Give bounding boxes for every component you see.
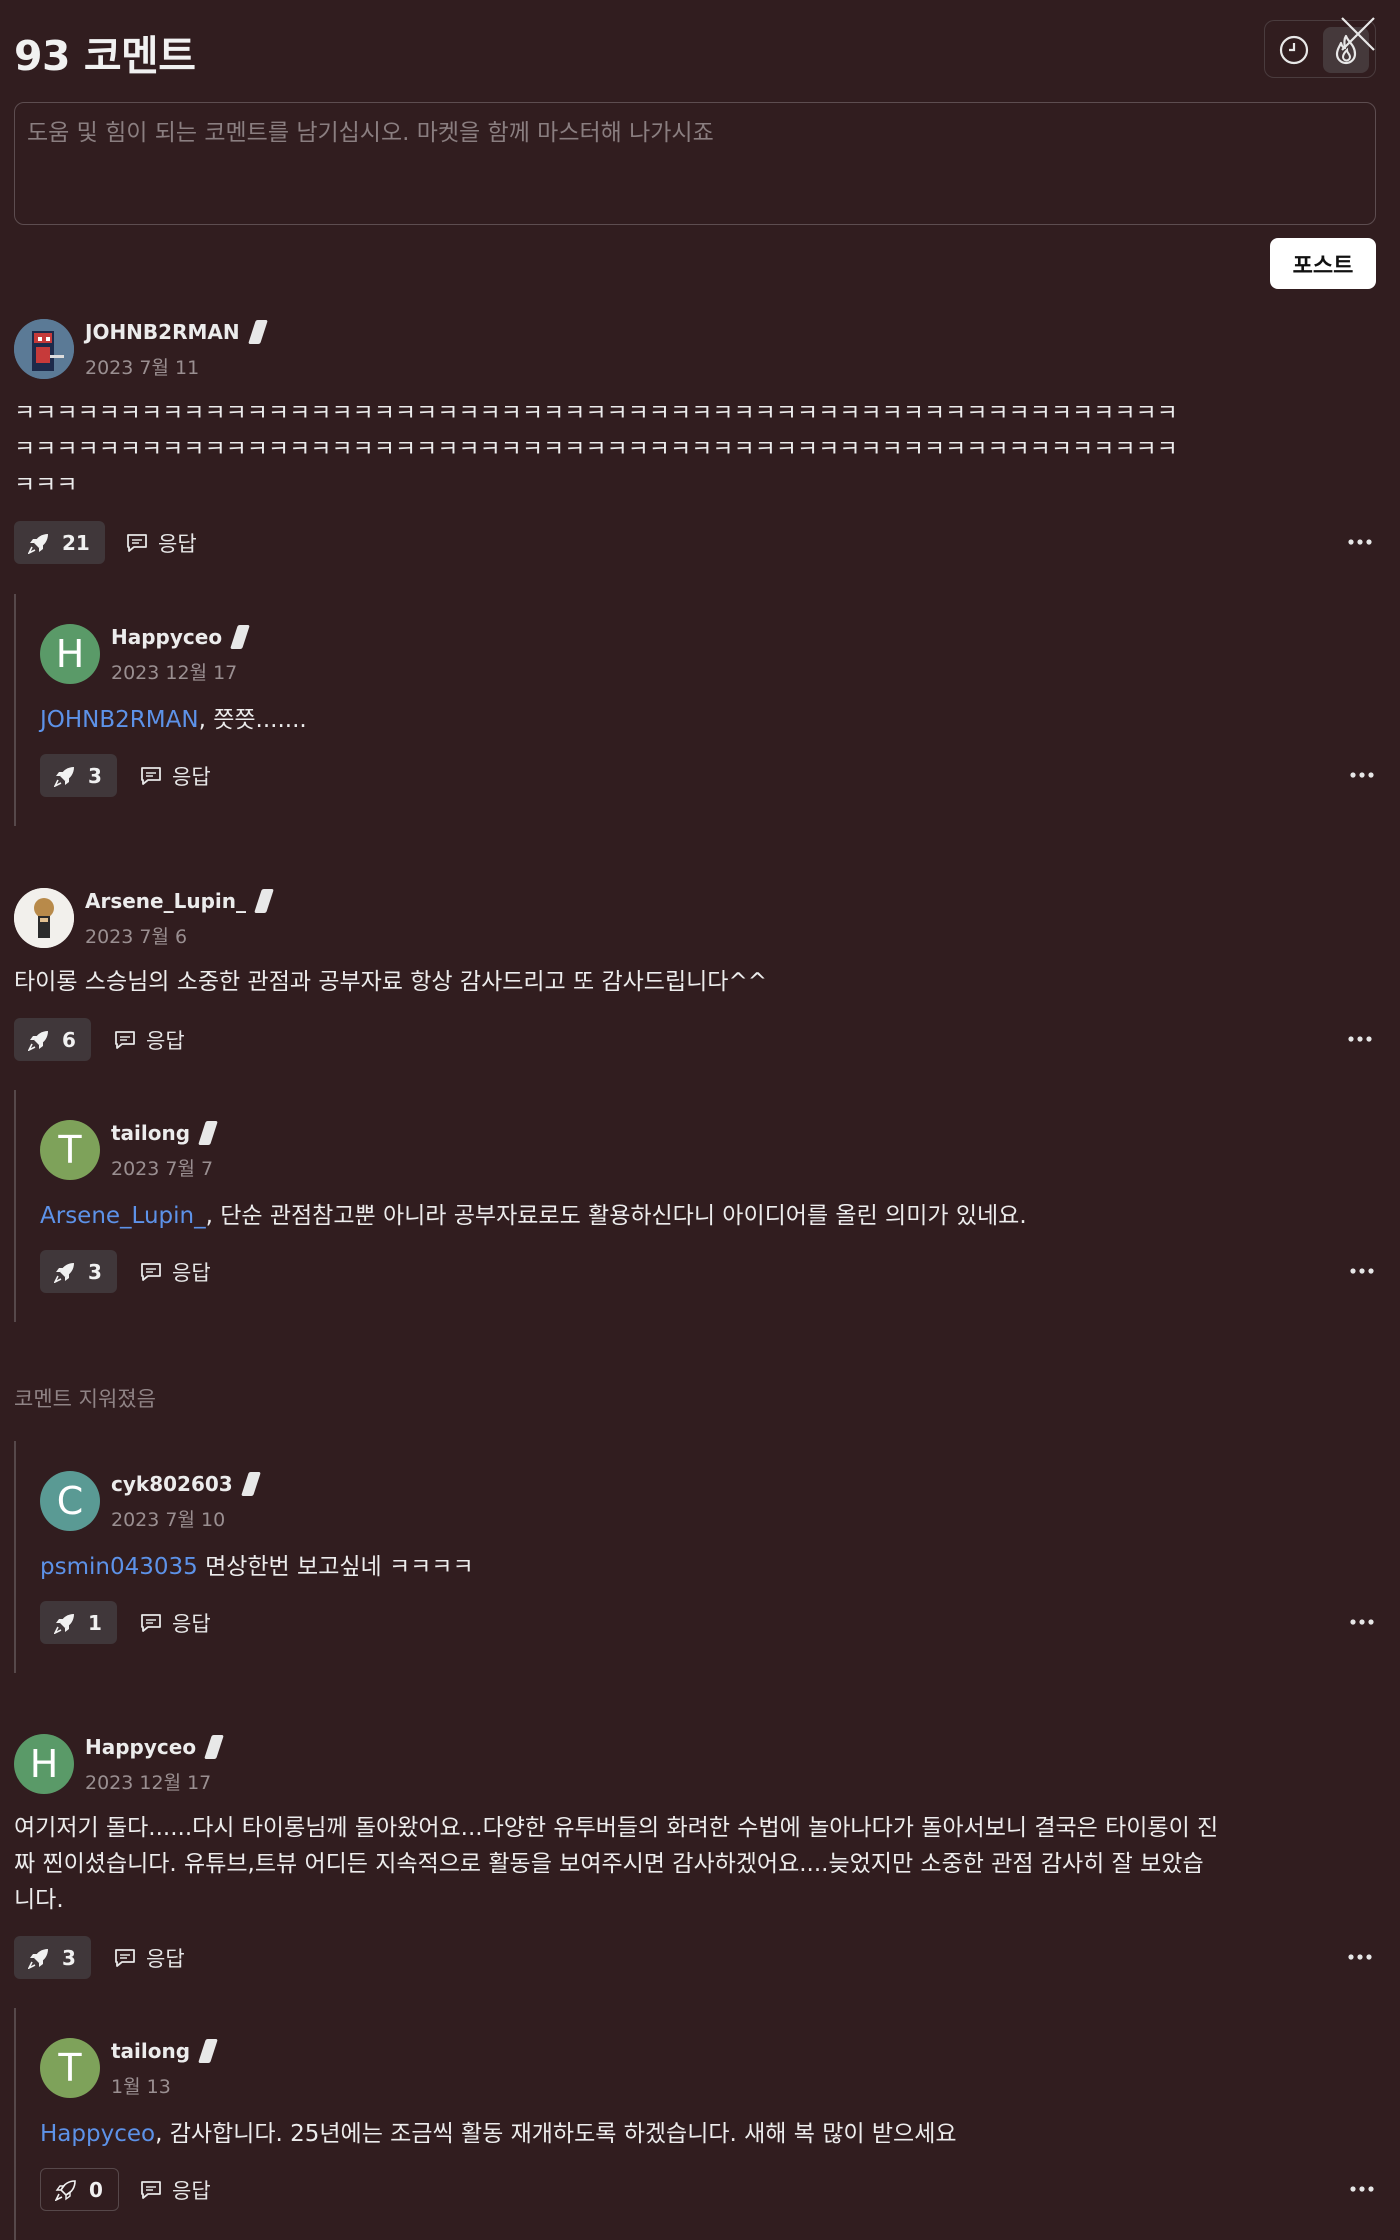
- comment-actions: 6 응답: [14, 1018, 1376, 1061]
- username[interactable]: Happyceo: [111, 625, 250, 649]
- speech-bubble-icon: [127, 533, 147, 552]
- sort-recent-button[interactable]: [1271, 27, 1317, 73]
- user-badge-icon: [230, 625, 250, 649]
- comment-actions: 3 응답: [40, 754, 1378, 797]
- user-badge-icon: [247, 320, 268, 344]
- comment-date: 2023 7월 10: [111, 1509, 226, 1531]
- comment-actions: 3 응답: [40, 1250, 1378, 1293]
- comment-text: 여기저기 돌다......다시 타이롱님께 돌아왔어요...다양한 유투버들의 …: [14, 1815, 1219, 1913]
- reply-button[interactable]: 응답: [126, 521, 197, 564]
- reply-item: H Happyceo 2023 12월 17 JOHNB2RMAN, 쯧쯧...…: [14, 594, 1376, 826]
- avatar: T: [40, 1120, 100, 1180]
- reply-item: T tailong 2023 7월 7 Arsene_Lupin_, 단순 관점…: [14, 1090, 1376, 1322]
- speech-bubble-icon: [141, 2180, 161, 2199]
- speech-bubble-icon: [141, 1613, 161, 1632]
- avatar: [14, 319, 74, 379]
- close-icon[interactable]: [1338, 14, 1378, 54]
- comment-text: Arsene_Lupin_, 단순 관점참고뿐 아니라 공부자료로도 활용하신다…: [40, 1203, 1027, 1229]
- speech-bubble-icon: [115, 1948, 135, 1967]
- username[interactable]: Arsene_Lupin_: [85, 889, 274, 913]
- comment-text: Happyceo, 감사합니다. 25년에는 조금씩 활동 재개하도록 하겠습니…: [40, 2121, 957, 2147]
- username[interactable]: Happyceo: [85, 1735, 224, 1759]
- username[interactable]: tailong: [111, 1121, 218, 1145]
- username[interactable]: JOHNB2RMAN: [85, 320, 268, 344]
- comment-item: H Happyceo 2023 12월 17 여기저기 돌다......다시 타…: [14, 1734, 1376, 1982]
- post-button[interactable]: 포스트: [1270, 238, 1376, 289]
- user-badge-icon: [254, 889, 274, 913]
- more-dots-icon[interactable]: [1348, 534, 1372, 550]
- avatar: T: [40, 2038, 100, 2098]
- more-dots-icon[interactable]: [1350, 767, 1374, 783]
- reply-button[interactable]: 응답: [114, 1018, 185, 1061]
- boost-button[interactable]: 21: [14, 521, 105, 564]
- boost-button[interactable]: 1: [40, 1601, 117, 1644]
- rocket-icon: [28, 533, 48, 554]
- comment-text: 타이롱 스승님의 소중한 관점과 공부자료 항상 감사드리고 또 감사드립니다^…: [14, 969, 767, 995]
- reply-item: C cyk802603 2023 7월 10 psmin043035 면상한번 …: [14, 1441, 1376, 1673]
- comment-date: 2023 7월 11: [85, 357, 200, 379]
- more-dots-icon[interactable]: [1350, 2181, 1374, 2197]
- comment-item: Arsene_Lupin_ 2023 7월 6 타이롱 스승님의 소중한 관점과…: [14, 888, 1376, 1063]
- boost-button[interactable]: 0: [40, 2168, 119, 2211]
- more-dots-icon[interactable]: [1350, 1614, 1374, 1630]
- boost-button[interactable]: 3: [14, 1936, 91, 1979]
- mention-link[interactable]: psmin043035: [40, 1554, 198, 1580]
- avatar: C: [40, 1471, 100, 1531]
- mention-link[interactable]: JOHNB2RMAN: [40, 707, 199, 733]
- more-dots-icon[interactable]: [1348, 1949, 1372, 1965]
- comments-header: 93 코멘트: [14, 0, 1376, 100]
- comment-date: 2023 12월 17: [111, 662, 238, 684]
- username[interactable]: cyk802603: [111, 1472, 261, 1496]
- comment-actions: 21 응답: [14, 521, 1376, 564]
- boost-button[interactable]: 3: [40, 1250, 117, 1293]
- more-dots-icon[interactable]: [1350, 1263, 1374, 1279]
- deleted-comment-text: 코멘트 지워졌음: [14, 1387, 156, 1411]
- user-badge-icon: [198, 1121, 218, 1145]
- rocket-icon: [54, 766, 74, 787]
- user-badge-icon: [240, 1472, 261, 1496]
- user-badge-icon: [198, 2039, 218, 2063]
- boost-button[interactable]: 6: [14, 1018, 91, 1061]
- more-dots-icon[interactable]: [1348, 1031, 1372, 1047]
- mention-link[interactable]: Happyceo: [40, 2121, 155, 2147]
- comment-text: ㅋㅋㅋㅋㅋㅋㅋㅋㅋㅋㅋㅋㅋㅋㅋㅋㅋㅋㅋㅋㅋㅋㅋㅋㅋㅋㅋㅋㅋㅋㅋㅋㅋㅋㅋㅋㅋㅋㅋㅋ…: [14, 400, 1178, 498]
- comment-text: psmin043035 면상한번 보고싶네 ㅋㅋㅋㅋ: [40, 1554, 474, 1580]
- speech-bubble-icon: [141, 1262, 161, 1281]
- clock-icon: [1279, 35, 1309, 65]
- reply-item: T tailong 1월 13 Happyceo, 감사합니다. 25년에는 조…: [14, 2008, 1376, 2240]
- username[interactable]: tailong: [111, 2039, 218, 2063]
- comment-input[interactable]: [14, 102, 1376, 225]
- rocket-icon: [28, 1948, 48, 1969]
- user-badge-icon: [204, 1735, 224, 1759]
- reply-button[interactable]: 응답: [114, 1936, 185, 1979]
- reply-button[interactable]: 응답: [140, 1250, 211, 1293]
- mention-link[interactable]: Arsene_Lupin_: [40, 1203, 206, 1229]
- comment-item: JOHNB2RMAN 2023 7월 11 ㅋㅋㅋㅋㅋㅋㅋㅋㅋㅋㅋㅋㅋㅋㅋㅋㅋㅋ…: [14, 319, 1376, 569]
- rocket-icon: [55, 2179, 76, 2201]
- reply-button[interactable]: 응답: [140, 754, 211, 797]
- avatar: [14, 888, 74, 948]
- reply-button[interactable]: 응답: [140, 1601, 211, 1644]
- comments-count-title: 93 코멘트: [14, 32, 196, 80]
- comment-text: JOHNB2RMAN, 쯧쯧.......: [40, 707, 307, 733]
- speech-bubble-icon: [115, 1030, 135, 1049]
- comment-date: 1월 13: [111, 2076, 171, 2098]
- rocket-icon: [54, 1613, 74, 1634]
- rocket-icon: [54, 1262, 74, 1283]
- comment-date: 2023 7월 7: [111, 1158, 214, 1180]
- speech-bubble-icon: [141, 766, 161, 785]
- comment-date: 2023 12월 17: [85, 1772, 212, 1794]
- comment-date: 2023 7월 6: [85, 926, 188, 948]
- avatar: H: [14, 1734, 74, 1794]
- comment-actions: 0 응답: [40, 2168, 1378, 2211]
- comment-actions: 1 응답: [40, 1601, 1378, 1644]
- comment-actions: 3 응답: [14, 1936, 1376, 1979]
- rocket-icon: [28, 1030, 48, 1051]
- reply-button[interactable]: 응답: [140, 2168, 211, 2211]
- avatar: H: [40, 624, 100, 684]
- boost-button[interactable]: 3: [40, 754, 117, 797]
